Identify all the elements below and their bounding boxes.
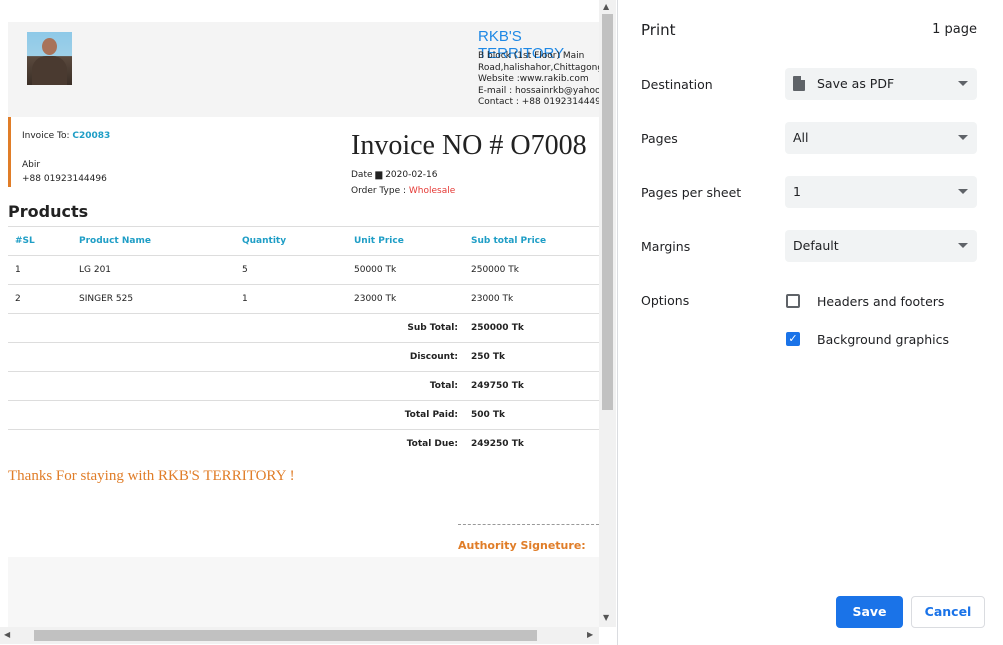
chevron-down-icon	[958, 135, 968, 140]
summary-value: 500 Tk	[464, 400, 599, 430]
table-cell: SINGER 525	[72, 284, 235, 314]
column-header: #SL	[8, 226, 72, 256]
margins-label: Margins	[641, 239, 691, 254]
pages-per-sheet-label: Pages per sheet	[641, 185, 742, 200]
pages-label: Pages	[641, 131, 678, 146]
horizontal-scroll-thumb[interactable]	[34, 630, 537, 641]
company-logo-photo	[27, 32, 72, 85]
invoice-to-label: Invoice To:	[22, 131, 73, 141]
headers-footers-label[interactable]: Headers and footers	[817, 294, 944, 309]
table-cell: 5	[235, 255, 347, 285]
horizontal-scrollbar[interactable]: ◀ ▶	[0, 627, 599, 644]
print-title: Print	[641, 21, 676, 39]
table-cell: 1	[235, 284, 347, 314]
summary-row: Total Due: 249250 Tk	[8, 429, 599, 458]
invoice-to: Invoice To: C20083	[22, 131, 110, 141]
products-table: #SL Product Name Quantity Unit Price Sub…	[8, 226, 599, 458]
invoice-number: Invoice NO # O7008	[351, 130, 587, 161]
background-graphics-label[interactable]: Background graphics	[817, 332, 949, 347]
scroll-down-icon[interactable]: ▼	[603, 613, 609, 623]
summary-label: Total:	[8, 371, 464, 401]
invoice-to-accent-bar	[8, 117, 11, 187]
date-label: Date	[351, 170, 373, 180]
summary-label: Discount:	[8, 342, 464, 372]
page-count: 1 page	[932, 22, 977, 37]
products-heading: Products	[8, 202, 89, 221]
column-header: Product Name	[72, 226, 235, 256]
destination-label: Destination	[641, 77, 713, 92]
vertical-scroll-thumb[interactable]	[602, 14, 613, 410]
table-cell: 1	[8, 255, 72, 285]
margins-select[interactable]: Default	[785, 230, 977, 262]
table-header-row: #SL Product Name Quantity Unit Price Sub…	[8, 226, 599, 256]
signature-line	[458, 524, 599, 525]
cancel-button[interactable]: Cancel	[911, 596, 985, 628]
customer-phone: +88 01923144496	[22, 174, 107, 184]
summary-value: 250000 Tk	[464, 313, 599, 343]
table-cell: 50000 Tk	[347, 255, 464, 285]
address-line: Road,halishahor,Chittagong	[478, 62, 599, 73]
summary-row: Sub Total: 250000 Tk	[8, 313, 599, 343]
pages-select[interactable]: All	[785, 122, 977, 154]
address-line: Website :www.rakib.com	[478, 74, 589, 84]
order-type-label: Order Type :	[351, 186, 409, 196]
summary-row: Discount: 250 Tk	[8, 342, 599, 372]
invoice-page: RKB'S TERRITORY B block (1st Floor) Main…	[8, 22, 599, 627]
summary-value: 250 Tk	[464, 342, 599, 372]
summary-label: Total Paid:	[8, 400, 464, 430]
customer-code: C20083	[72, 131, 111, 141]
summary-label: Sub Total:	[8, 313, 464, 343]
customer-name: Abir	[22, 160, 41, 170]
scroll-up-icon[interactable]: ▲	[603, 2, 609, 12]
order-type: Order Type : Wholesale	[351, 186, 455, 196]
column-header: Sub total Price	[464, 226, 599, 256]
print-preview-pane: RKB'S TERRITORY B block (1st Floor) Main…	[0, 0, 618, 645]
summary-label: Total Due:	[8, 429, 464, 458]
address-line: E-mail : hossainrkb@yahoo.c	[478, 85, 599, 96]
summary-row: Total Paid: 500 Tk	[8, 400, 599, 430]
table-row: 1 LG 201 5 50000 Tk 250000 Tk	[8, 255, 599, 285]
checkmark-icon: ✓	[788, 332, 798, 345]
date-value: 2020-02-16	[385, 170, 438, 180]
address-line: B block (1st Floor) Main	[478, 51, 585, 61]
chevron-down-icon	[958, 189, 968, 194]
destination-select[interactable]: Save as PDF	[785, 68, 977, 100]
headers-footers-checkbox[interactable]	[786, 294, 800, 308]
print-settings-panel: Print 1 page Destination Save as PDF Pag…	[618, 0, 1003, 645]
table-cell: 250000 Tk	[464, 255, 599, 285]
destination-value: Save as PDF	[817, 76, 895, 91]
scroll-left-icon[interactable]: ◀	[4, 630, 10, 640]
invoice-date: Date ▆ 2020-02-16	[351, 170, 438, 180]
order-type-value: Wholesale	[408, 186, 456, 196]
file-icon	[793, 76, 805, 91]
summary-value: 249250 Tk	[464, 429, 599, 458]
table-cell: 23000 Tk	[347, 284, 464, 314]
chevron-down-icon	[958, 243, 968, 248]
calendar-icon: ▆	[375, 170, 383, 180]
background-graphics-checkbox[interactable]: ✓	[786, 332, 800, 346]
table-cell: LG 201	[72, 255, 235, 285]
address-line: Contact : +88 01923144496	[478, 97, 599, 107]
summary-value: 249750 Tk	[464, 371, 599, 401]
pages-per-sheet-select[interactable]: 1	[785, 176, 977, 208]
table-cell: 2	[8, 284, 72, 314]
signature-label: Authority Signeture:	[458, 539, 586, 552]
margins-value: Default	[793, 238, 839, 253]
company-address: B block (1st Floor) Main Road,halishahor…	[478, 51, 599, 109]
summary-row: Total: 249750 Tk	[8, 371, 599, 401]
scroll-right-icon[interactable]: ▶	[587, 630, 593, 640]
table-row: 2 SINGER 525 1 23000 Tk 23000 Tk	[8, 284, 599, 314]
save-button[interactable]: Save	[836, 596, 903, 628]
chevron-down-icon	[958, 81, 968, 86]
pages-value: All	[793, 130, 809, 145]
column-header: Quantity	[235, 226, 347, 256]
options-label: Options	[641, 293, 690, 308]
table-cell: 23000 Tk	[464, 284, 599, 314]
vertical-scrollbar[interactable]: ▲ ▼	[599, 0, 616, 627]
column-header: Unit Price	[347, 226, 464, 256]
thanks-message: Thanks For staying with RKB'S TERRITORY …	[8, 468, 295, 484]
pages-per-sheet-value: 1	[793, 184, 801, 199]
